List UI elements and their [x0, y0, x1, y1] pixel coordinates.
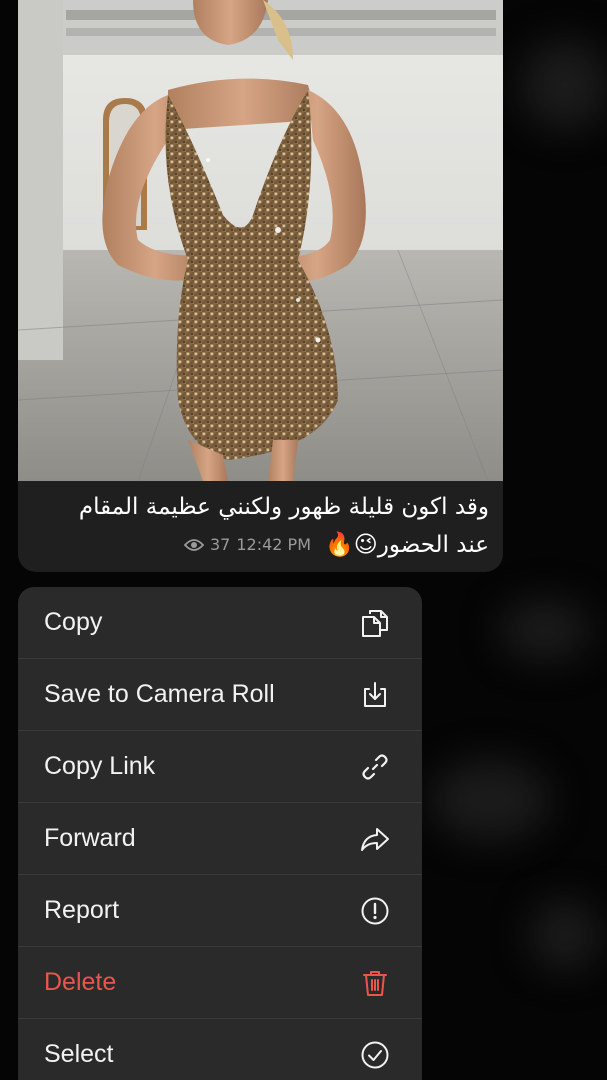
menu-item-select[interactable]: Select [18, 1019, 422, 1080]
background-blur [430, 760, 550, 840]
menu-item-label: Delete [44, 968, 117, 996]
message-meta: 37 12:42 PM [184, 526, 311, 564]
message-time: 12:42 PM [236, 535, 312, 554]
trash-icon [358, 966, 392, 1000]
menu-item-report[interactable]: Report [18, 875, 422, 947]
message-bubble[interactable]: وقد اكون قليلة ظهور ولكنني عظيمة المقام … [18, 0, 503, 572]
background-blur [530, 900, 600, 970]
menu-item-delete[interactable]: Delete [18, 947, 422, 1019]
menu-item-label: Select [44, 1040, 114, 1068]
message-caption: وقد اكون قليلة ظهور ولكنني عظيمة المقام … [34, 488, 489, 564]
check-circle-icon [358, 1038, 392, 1072]
menu-item-copy[interactable]: Copy [18, 587, 422, 659]
caption-line-2-row: عند الحضور😉🔥 37 12:42 PM [34, 526, 489, 564]
menu-item-copy-link[interactable]: Copy Link [18, 731, 422, 803]
link-icon [358, 750, 392, 784]
report-exclamation-icon [358, 894, 392, 928]
menu-item-label: Report [44, 896, 120, 924]
background-blur [500, 600, 590, 660]
views-count: 37 [210, 535, 231, 554]
menu-item-label: Forward [44, 824, 136, 852]
menu-item-save-to-camera-roll[interactable]: Save to Camera Roll [18, 659, 422, 731]
forward-arrow-icon [358, 822, 392, 856]
background-blur [520, 40, 607, 130]
caption-line-1: وقد اكون قليلة ظهور ولكنني عظيمة المقام [78, 494, 489, 520]
copy-icon [358, 606, 392, 640]
menu-item-label: Copy [44, 608, 103, 636]
message-photo[interactable] [18, 0, 503, 481]
menu-item-label: Save to Camera Roll [44, 680, 275, 708]
context-menu: Copy Save to Camera Roll Copy Link Forwa… [18, 587, 422, 1080]
menu-item-label: Copy Link [44, 752, 156, 780]
save-download-icon [358, 678, 392, 712]
screen: وقد اكون قليلة ظهور ولكنني عظيمة المقام … [0, 0, 607, 1080]
menu-item-forward[interactable]: Forward [18, 803, 422, 875]
eye-icon [184, 538, 204, 552]
caption-line-2: عند الحضور😉🔥 [325, 532, 489, 558]
